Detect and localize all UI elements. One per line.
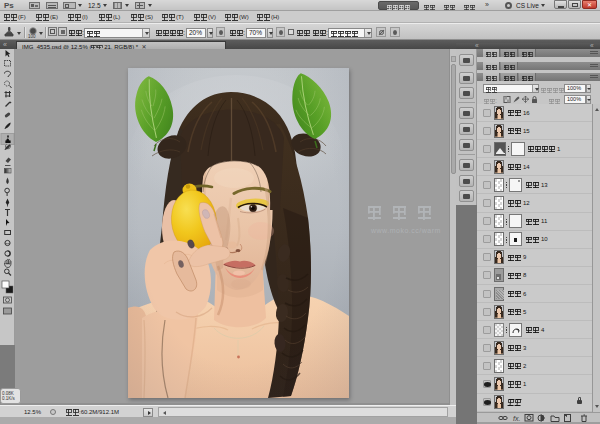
svg-text:fx.: fx. <box>513 415 520 422</box>
